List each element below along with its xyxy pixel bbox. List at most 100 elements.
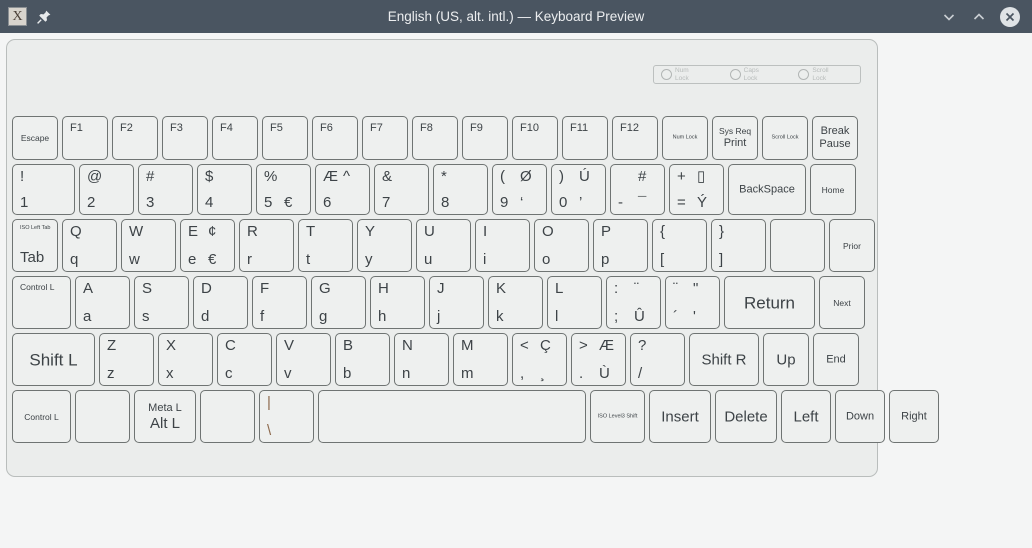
key-meta-alt-left[interactable]: Meta L Alt L xyxy=(134,390,196,443)
key-a[interactable]: Aa xyxy=(75,276,130,329)
key-return[interactable]: Return xyxy=(724,276,815,329)
key-u[interactable]: Uu xyxy=(416,219,471,272)
key-l[interactable]: Ll xyxy=(547,276,602,329)
key-4[interactable]: $4 xyxy=(197,164,252,215)
key-7[interactable]: & 7 xyxy=(374,164,429,215)
key-f7[interactable]: F7 xyxy=(362,116,408,160)
key-equal[interactable]: + ▯ = Ý xyxy=(669,164,724,215)
key-blank-modrow-2[interactable] xyxy=(200,390,255,443)
key-e[interactable]: E ¢ e € xyxy=(180,219,235,272)
key-f11[interactable]: F11 xyxy=(562,116,608,160)
key-blank-modrow-1[interactable] xyxy=(75,390,130,443)
key-control-left[interactable]: Control L xyxy=(12,276,71,329)
key-f8[interactable]: F8 xyxy=(412,116,458,160)
key-comma[interactable]: < Ç, ¸ xyxy=(512,333,567,386)
maximize-button[interactable] xyxy=(970,8,988,26)
key-prior-label: Prior xyxy=(843,240,861,251)
key-8[interactable]: * 8 xyxy=(433,164,488,215)
key-shift-right[interactable]: Shift R xyxy=(689,333,759,386)
key-f4[interactable]: F4 xyxy=(212,116,258,160)
key-insert[interactable]: Insert xyxy=(649,390,711,443)
key-up[interactable]: Up xyxy=(763,333,809,386)
key-apostrophe[interactable]: ¨ " ´ ' xyxy=(665,276,720,329)
key-9[interactable]: (Ø 9 ‘ xyxy=(492,164,547,215)
key-2[interactable]: @2 xyxy=(79,164,134,215)
key-tab[interactable]: ISO Left Tab Tab xyxy=(12,219,58,272)
key-delete[interactable]: Delete xyxy=(715,390,777,443)
key-j-glyph-br xyxy=(457,303,477,325)
key-f10[interactable]: F10 xyxy=(512,116,558,160)
key-home[interactable]: Home xyxy=(810,164,856,215)
key-0[interactable]: ) Ú 0 ’ xyxy=(551,164,606,215)
key-3[interactable]: #3 xyxy=(138,164,193,215)
key-sys-req-print[interactable]: Sys Req Print xyxy=(712,116,758,160)
key-escape[interactable]: Escape xyxy=(12,116,58,160)
key-p[interactable]: Pp xyxy=(593,219,648,272)
key-o[interactable]: Oo xyxy=(534,219,589,272)
key-bracketleft[interactable]: {[ xyxy=(652,219,707,272)
key-c[interactable]: Cc xyxy=(217,333,272,386)
key-blank-tabrow[interactable] xyxy=(770,219,825,272)
key-minus[interactable]: # - ¯ xyxy=(610,164,665,215)
key-j[interactable]: Jj xyxy=(429,276,484,329)
key-v[interactable]: Vv xyxy=(276,333,331,386)
minimize-button[interactable] xyxy=(940,8,958,26)
key-d[interactable]: Dd xyxy=(193,276,248,329)
key-next[interactable]: Next xyxy=(819,276,865,329)
key-f2[interactable]: F2 xyxy=(112,116,158,160)
key-f[interactable]: Ff xyxy=(252,276,307,329)
key-f5[interactable]: F5 xyxy=(262,116,308,160)
close-button[interactable] xyxy=(1000,6,1020,27)
key-control-left-bottom[interactable]: Control L xyxy=(12,390,71,443)
key-w[interactable]: Ww xyxy=(121,219,176,272)
key-control-left-label: Control L xyxy=(20,282,55,292)
key-i[interactable]: Ii xyxy=(475,219,530,272)
key-m[interactable]: Mm xyxy=(453,333,508,386)
key-prior[interactable]: Prior xyxy=(829,219,875,272)
key-left[interactable]: Left xyxy=(781,390,831,443)
key-k[interactable]: Kk xyxy=(488,276,543,329)
key-shift-left[interactable]: Shift L xyxy=(12,333,95,386)
key-backslash-glyph-br xyxy=(287,417,307,439)
key-n[interactable]: Nn xyxy=(394,333,449,386)
key-t[interactable]: Tt xyxy=(298,219,353,272)
key-f12[interactable]: F12 xyxy=(612,116,658,160)
key-f3[interactable]: F3 xyxy=(162,116,208,160)
key-4-glyph-tl: $ xyxy=(205,168,214,185)
key-5[interactable]: % 5 € xyxy=(256,164,311,215)
caps-lock-led-label: Caps Lock xyxy=(743,67,759,82)
key-semicolon[interactable]: : ¨; Û xyxy=(606,276,661,329)
key-f1[interactable]: F1 xyxy=(62,116,108,160)
key-6[interactable]: Æ ^ 6 xyxy=(315,164,370,215)
key-bracketright[interactable]: }] xyxy=(711,219,766,272)
key-slash[interactable]: ? / xyxy=(630,333,685,386)
key-f9[interactable]: F9 xyxy=(462,116,508,160)
key-z[interactable]: Zz xyxy=(99,333,154,386)
key-period[interactable]: > Æ. Ù xyxy=(571,333,626,386)
key-num-lock[interactable]: Num Lock xyxy=(662,116,708,160)
key-d-glyph-bl: d xyxy=(201,308,210,325)
key-f6[interactable]: F6 xyxy=(312,116,358,160)
key-down[interactable]: Down xyxy=(835,390,885,443)
pin-icon[interactable] xyxy=(36,9,52,25)
key-q[interactable]: Qq xyxy=(62,219,117,272)
key-space[interactable] xyxy=(318,390,586,443)
key-g[interactable]: Gg xyxy=(311,276,366,329)
key-h[interactable]: Hh xyxy=(370,276,425,329)
key-backspace[interactable]: BackSpace xyxy=(728,164,806,215)
key-right[interactable]: Right xyxy=(889,390,939,443)
key-1[interactable]: ! 1 xyxy=(12,164,75,215)
key-c-glyph-br xyxy=(245,360,265,382)
key-break-pause[interactable]: Break Pause xyxy=(812,116,858,160)
key-s-glyph-br xyxy=(162,303,182,325)
key-s[interactable]: Ss xyxy=(134,276,189,329)
key-y[interactable]: Yy xyxy=(357,219,412,272)
key-backslash[interactable]: | \ xyxy=(259,390,314,443)
key-end[interactable]: End xyxy=(813,333,859,386)
key-x[interactable]: Xx xyxy=(158,333,213,386)
key-r[interactable]: Rr xyxy=(239,219,294,272)
key-semicolon-glyph-tr: ¨ xyxy=(634,280,639,297)
key-scroll-lock[interactable]: Scroll Lock xyxy=(762,116,808,160)
key-iso-level3-shift[interactable]: ISO Level3 Shift xyxy=(590,390,645,443)
key-b[interactable]: Bb xyxy=(335,333,390,386)
